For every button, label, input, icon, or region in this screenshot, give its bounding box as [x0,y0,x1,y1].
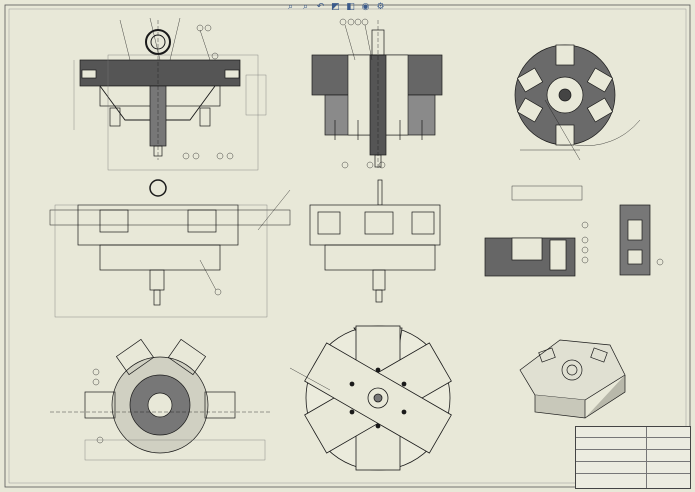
title-block-divider [646,427,647,488]
title-block-row [576,437,690,438]
view-settings-icon[interactable]: ⚙ [374,1,387,13]
display-style-icon[interactable]: ◧ [344,1,357,13]
zoom-area-icon[interactable]: ⌕ [299,1,312,13]
view-side-elevation [309,179,441,303]
zoom-to-fit-icon[interactable]: ⌕ [284,1,297,13]
drawing-canvas[interactable] [0,0,695,492]
view-isometric [519,339,626,419]
view-front-elevation [49,179,291,318]
drawing-sheet: ⌕ ⌕ ↶ ◩ ◧ ◉ ⚙ [0,0,695,492]
view-detail-section [484,185,664,277]
view-front-section [73,17,267,171]
title-block-row [576,449,690,450]
view-toolbar: ⌕ ⌕ ↶ ◩ ◧ ◉ ⚙ [284,0,387,13]
view-bottom-detail [50,338,270,461]
view-top-star [289,325,452,471]
hide-show-icon[interactable]: ◉ [359,1,372,13]
view-top-section [514,44,641,161]
previous-view-icon[interactable]: ↶ [314,1,327,13]
view-side-section [311,18,443,170]
title-block-row [576,461,690,462]
title-block [575,426,691,489]
section-view-icon[interactable]: ◩ [329,1,342,13]
title-block-row [576,473,690,474]
